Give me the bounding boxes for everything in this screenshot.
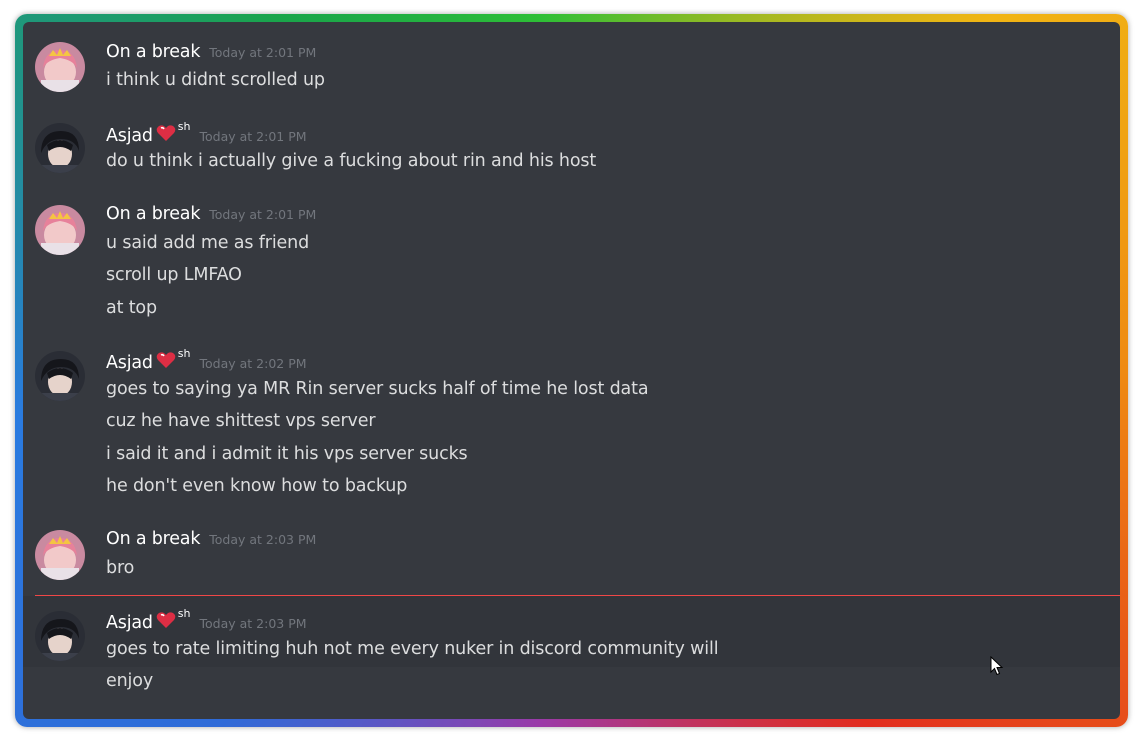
message-text: goes to saying ya MR Rin server sucks ha… (106, 379, 649, 399)
avatar-asjad[interactable] (35, 351, 85, 401)
username[interactable]: Asjad (106, 613, 153, 633)
message-text: enjoy (106, 671, 154, 691)
message-text: goes to rate limiting huh not me every n… (106, 639, 719, 659)
red-heart-icon (156, 125, 176, 141)
message-text: bro (106, 558, 135, 578)
message-header: On a break Today at 2:01 PM (106, 42, 316, 66)
red-heart-icon (156, 352, 176, 368)
username[interactable]: On a break (106, 204, 200, 224)
red-heart-icon (156, 612, 176, 628)
username-decoration: sh (156, 347, 191, 369)
message-text: cuz he have shittest vps server (106, 411, 376, 431)
avatar-on-a-break[interactable] (35, 42, 85, 92)
message-text: at top (106, 298, 157, 318)
mouse-pointer-icon (990, 656, 1004, 676)
window-frame: On a break Today at 2:01 PM i think u di… (15, 14, 1128, 727)
username-suffix: sh (177, 347, 191, 360)
message-text: scroll up LMFAO (106, 265, 242, 285)
message-text: u said add me as friend (106, 233, 310, 253)
message-text: do u think i actually give a fucking abo… (106, 151, 597, 171)
message-text: he don't even know how to backup (106, 476, 408, 496)
message-header: Asjad sh Today at 2:01 PM (106, 120, 307, 147)
timestamp[interactable]: Today at 2:01 PM (209, 45, 316, 60)
username-decoration: sh (156, 120, 191, 142)
message-text: i said it and i admit it his vps server … (106, 444, 468, 464)
avatar-on-a-break[interactable] (35, 530, 85, 580)
timestamp[interactable]: Today at 2:03 PM (200, 616, 307, 631)
avatar-asjad[interactable] (35, 611, 85, 661)
chat-messages-pane[interactable]: On a break Today at 2:01 PM i think u di… (23, 22, 1120, 719)
message-header: Asjad sh Today at 2:02 PM (106, 347, 307, 374)
timestamp[interactable]: Today at 2:03 PM (209, 532, 316, 547)
timestamp[interactable]: Today at 2:01 PM (200, 129, 307, 144)
username[interactable]: Asjad (106, 126, 153, 146)
username[interactable]: On a break (106, 529, 200, 549)
message-header: On a break Today at 2:01 PM (106, 204, 316, 228)
avatar-asjad[interactable] (35, 123, 85, 173)
timestamp[interactable]: Today at 2:02 PM (200, 356, 307, 371)
username[interactable]: On a break (106, 42, 200, 62)
message-text: i think u didnt scrolled up (106, 70, 325, 90)
username[interactable]: Asjad (106, 353, 153, 373)
avatar-on-a-break[interactable] (35, 205, 85, 255)
message-header: On a break Today at 2:03 PM (106, 529, 316, 553)
message-header: Asjad sh Today at 2:03 PM (106, 607, 307, 634)
timestamp[interactable]: Today at 2:01 PM (209, 207, 316, 222)
username-decoration: sh (156, 607, 191, 629)
username-suffix: sh (177, 607, 191, 620)
username-suffix: sh (177, 120, 191, 133)
